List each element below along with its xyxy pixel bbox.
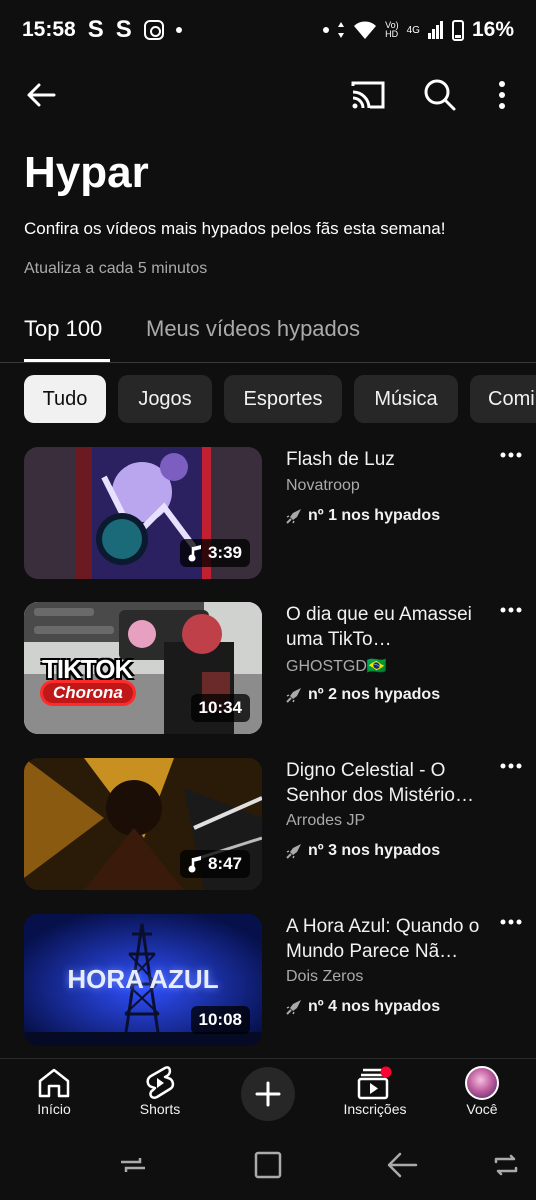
video-item[interactable]: 8:47 Digno Celestial - O Senhor dos Mist… [0, 758, 536, 892]
more-notifications-dot [175, 27, 182, 33]
chip-comedy[interactable]: Comi [470, 375, 536, 423]
hype-rank: nº 3 nos hypados [286, 842, 440, 860]
create-button[interactable] [241, 1067, 295, 1121]
more-horiz-icon[interactable] [500, 762, 522, 770]
volte-label: Vo) HD [385, 20, 399, 39]
status-bar: 15:58 S S Vo) HD 4G 16% [0, 0, 536, 60]
system-back-icon[interactable] [386, 1150, 418, 1180]
nav-home-label: Início [37, 1101, 71, 1117]
duration-badge: 8:47 [179, 850, 250, 878]
bottom-navigation: Início Shorts Inscrições Você [0, 1058, 536, 1130]
recent-apps-icon[interactable] [118, 1150, 148, 1180]
video-channel[interactable]: GHOSTGD🇧🇷 [286, 656, 387, 676]
video-title[interactable]: A Hora Azul: Quando o Mundo Parece Nã… [286, 914, 490, 964]
video-thumbnail[interactable]: TIKTOK Chorona 10:34 [24, 602, 262, 734]
plus-icon [255, 1081, 281, 1107]
home-square-icon[interactable] [253, 1150, 283, 1180]
notification-dot [380, 1066, 392, 1078]
battery-icon [451, 19, 464, 41]
video-item[interactable]: 3:39 Flash de Luz Novatroop nº 1 nos hyp… [0, 447, 536, 581]
music-note-icon [188, 545, 201, 562]
chip-games[interactable]: Jogos [118, 375, 212, 423]
video-channel[interactable]: Dois Zeros [286, 968, 363, 986]
thumbnail-text-hora-azul: HORA AZUL [67, 964, 219, 994]
hype-rocket-icon [286, 688, 301, 703]
clock: 15:58 [22, 18, 76, 41]
avatar [465, 1066, 499, 1100]
data-arrows-icon [338, 22, 345, 38]
video-thumbnail[interactable]: 8:47 [24, 758, 262, 890]
chip-sports[interactable]: Esportes [224, 375, 342, 423]
battery-percent: 16% [471, 18, 514, 41]
page-title: Hypar [24, 148, 149, 197]
hype-rocket-icon [286, 844, 301, 859]
page-subtitle: Confira os vídeos mais hypados pelos fãs… [24, 219, 446, 238]
signal-icon [427, 21, 443, 39]
nav-you-label: Você [466, 1101, 498, 1117]
instagram-icon [143, 20, 164, 40]
nav-shorts[interactable]: Shorts [115, 1065, 205, 1117]
thumbnail-text-chorona: Chorona [40, 680, 136, 706]
system-navigation-bar [0, 1130, 536, 1200]
nav-shorts-label: Shorts [139, 1101, 181, 1117]
more-horiz-icon[interactable] [500, 918, 522, 926]
hype-rank: nº 4 nos hypados [286, 998, 440, 1016]
status-dot [323, 27, 330, 33]
chip-music[interactable]: Música [354, 375, 458, 423]
video-thumbnail[interactable]: HORA AZUL 10:08 [24, 914, 262, 1046]
hype-rocket-icon [286, 509, 301, 524]
duration-badge: 10:34 [190, 694, 250, 722]
cast-icon[interactable] [350, 78, 386, 112]
shorts-icon [146, 1066, 175, 1099]
video-title[interactable]: Flash de Luz [286, 447, 490, 472]
music-note-icon [188, 856, 201, 873]
video-title[interactable]: Digno Celestial - O Senhor dos Mistério… [286, 758, 490, 808]
hype-rank: nº 1 nos hypados [286, 507, 440, 525]
hype-rocket-icon [286, 1000, 301, 1015]
notification-s-icon: S [87, 16, 104, 43]
video-item[interactable]: HORA AZUL 10:08 A Hora Azul: Quando o Mu… [0, 914, 536, 1048]
network-type: 4G [406, 24, 420, 36]
subscriptions-icon [357, 1066, 392, 1100]
more-horiz-icon[interactable] [500, 606, 522, 614]
filter-chips: Tudo Jogos Esportes Música Comi [0, 375, 536, 423]
hype-rank: nº 2 nos hypados [286, 686, 440, 704]
video-channel[interactable]: Novatroop [286, 477, 360, 495]
notification-s-icon-2: S [115, 16, 132, 43]
nav-you[interactable]: Você [437, 1065, 527, 1117]
nav-subscriptions-label: Inscrições [343, 1101, 407, 1117]
chip-all[interactable]: Tudo [24, 375, 106, 423]
update-note: Atualiza a cada 5 minutos [24, 260, 208, 277]
top-app-bar [0, 64, 536, 128]
tab-top-100[interactable]: Top 100 [24, 316, 102, 342]
active-tab-indicator [24, 359, 110, 362]
nav-home[interactable]: Início [9, 1065, 99, 1117]
video-title[interactable]: O dia que eu Amassei uma TikTo… [286, 602, 490, 652]
home-icon [38, 1068, 70, 1098]
rotate-icon[interactable] [492, 1150, 520, 1180]
search-icon[interactable] [423, 78, 457, 112]
video-channel[interactable]: Arrodes JP [286, 812, 365, 830]
more-vert-icon[interactable] [496, 78, 508, 112]
more-horiz-icon[interactable] [500, 451, 522, 459]
nav-subscriptions[interactable]: Inscrições [330, 1065, 420, 1117]
video-item[interactable]: TIKTOK Chorona 10:34 O dia que eu Amasse… [0, 602, 536, 736]
video-thumbnail[interactable]: 3:39 [24, 447, 262, 579]
tab-bar: Top 100 Meus vídeos hypados [0, 300, 536, 363]
tab-my-hyped-videos[interactable]: Meus vídeos hypados [146, 316, 360, 342]
duration-badge: 10:08 [190, 1006, 250, 1034]
wifi-icon [354, 21, 377, 39]
duration-badge: 3:39 [179, 539, 250, 567]
back-arrow-icon[interactable] [24, 78, 58, 112]
